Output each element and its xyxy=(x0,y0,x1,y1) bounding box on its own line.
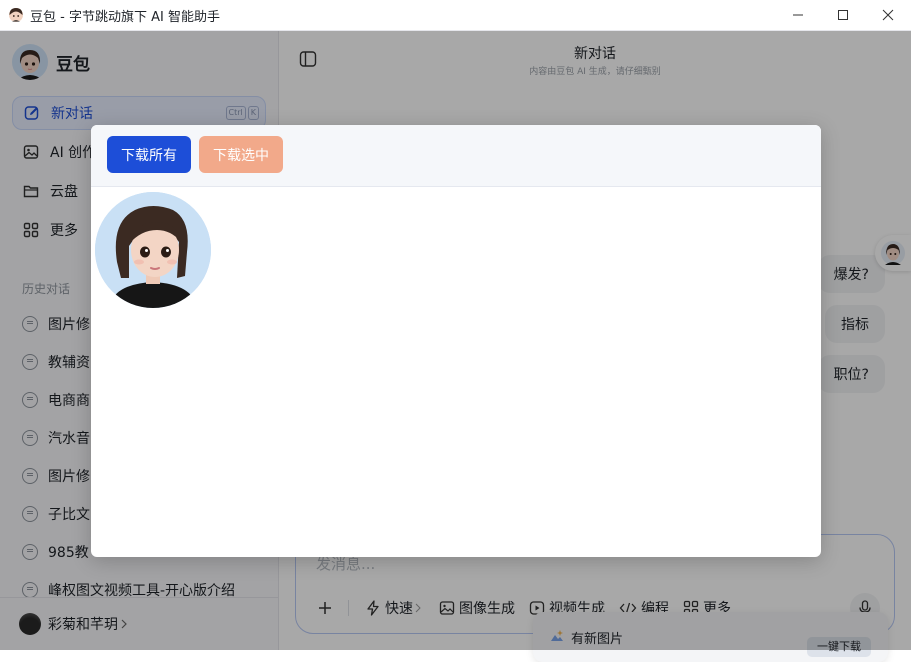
image-download-dialog: 下载所有 下载选中 xyxy=(91,125,821,557)
download-selected-button[interactable]: 下载选中 xyxy=(199,136,283,173)
avatar-image xyxy=(95,192,211,308)
maximize-button[interactable] xyxy=(820,0,866,30)
download-all-button[interactable]: 下载所有 xyxy=(107,136,191,173)
maximize-icon xyxy=(838,10,848,20)
dialog-header: 下载所有 下载选中 xyxy=(91,125,821,187)
window-title: 豆包 - 字节跳动旗下 AI 智能助手 xyxy=(30,9,220,25)
minimize-icon xyxy=(793,14,803,16)
image-thumbnail[interactable] xyxy=(95,192,211,308)
title-bar: 豆包 - 字节跳动旗下 AI 智能助手 xyxy=(0,0,911,31)
minimize-button[interactable] xyxy=(775,0,821,30)
close-button[interactable] xyxy=(865,0,911,30)
app-logo-icon xyxy=(9,8,23,22)
close-icon xyxy=(882,9,894,21)
